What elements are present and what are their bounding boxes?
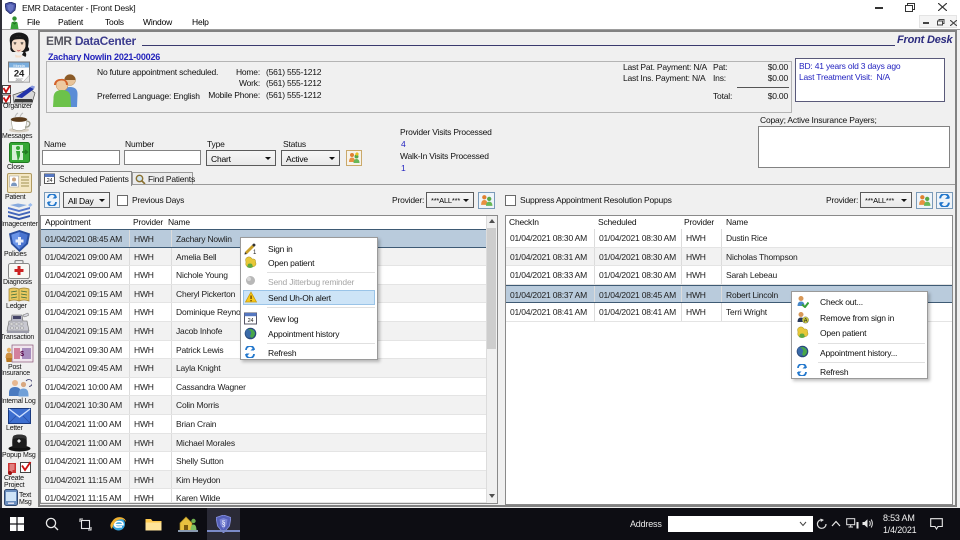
svg-text:$: $ (20, 351, 24, 358)
svg-text:Monda: Monda (13, 63, 25, 68)
svg-text:24: 24 (248, 318, 254, 324)
svg-text:§: § (222, 519, 226, 528)
svg-text:A: A (804, 318, 808, 324)
svg-text:24: 24 (47, 178, 53, 184)
svg-text:2007: 2007 (16, 78, 23, 82)
svg-text:1: 1 (253, 250, 257, 255)
